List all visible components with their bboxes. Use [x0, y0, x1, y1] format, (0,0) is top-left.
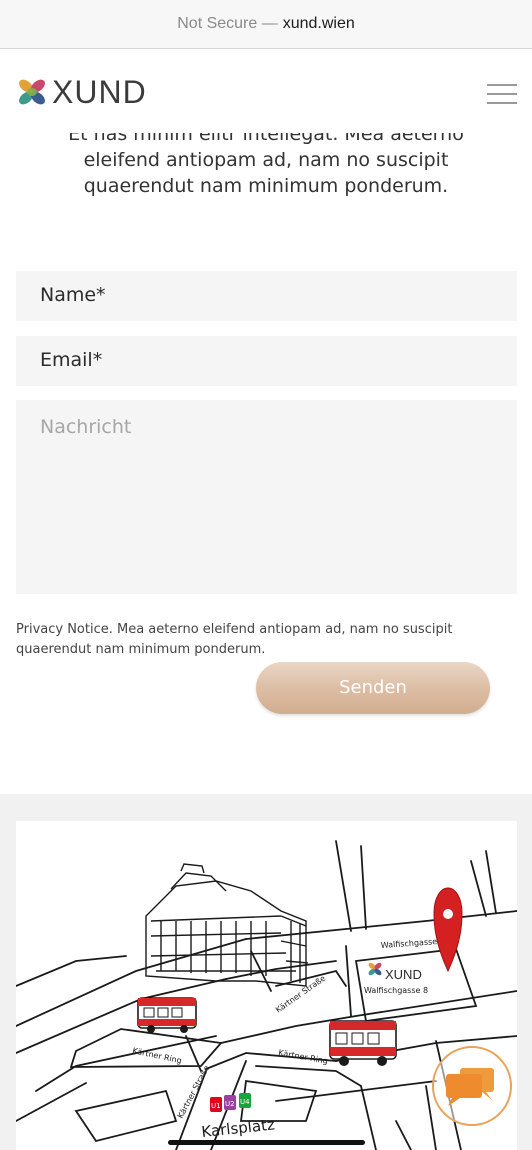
- location-pin-icon: [433, 887, 463, 973]
- ubahn-line-u2: U2: [225, 1100, 235, 1108]
- email-field[interactable]: Email*: [16, 336, 517, 386]
- map-brand-name: XUND: [385, 967, 422, 982]
- brand-name: XUND: [52, 74, 147, 110]
- flower-logo-icon: [19, 79, 45, 105]
- tram-icon-1: [137, 997, 197, 1033]
- map-label-kaertner-ring-2: Kärtner Ring: [278, 1048, 329, 1066]
- hamburger-menu-icon[interactable]: [487, 84, 517, 106]
- name-field[interactable]: Name*: [16, 271, 517, 321]
- name-label: Name*: [40, 284, 106, 306]
- tram-icon-2: [329, 1020, 397, 1066]
- chat-bubbles-icon: [446, 1068, 494, 1106]
- submit-button[interactable]: Senden: [256, 662, 490, 714]
- email-label: Email*: [40, 349, 103, 371]
- map-label-karlsplatz: Karlsplatz: [201, 1115, 276, 1141]
- map-label-kaertner-strasse-2: Kärtner Straße: [176, 1064, 212, 1120]
- site-header: XUND: [0, 49, 532, 133]
- ubahn-line-u4: U4: [240, 1098, 250, 1106]
- ubahn-line-u1: U1: [211, 1102, 221, 1110]
- intro-text: Et has minim elitr intellegat. Mea aeter…: [68, 133, 464, 197]
- message-placeholder: Nachricht: [40, 416, 132, 438]
- privacy-notice: Privacy Notice. Mea aeterno eleifend ant…: [16, 622, 453, 657]
- home-indicator[interactable]: [168, 1140, 365, 1145]
- map-label-walfischgasse: Walfischgasse: [381, 937, 438, 950]
- security-label: Not Secure —: [177, 15, 278, 32]
- map-brand-logo-icon: [368, 962, 382, 976]
- chat-button[interactable]: [432, 1046, 512, 1126]
- browser-url-bar[interactable]: Not Secure — xund.wien: [0, 0, 532, 49]
- intro-section: Et has minim elitr intellegat. Mea aeter…: [0, 133, 532, 211]
- domain-label: xund.wien: [282, 15, 355, 32]
- map-address: Walfischgasse 8: [364, 986, 428, 995]
- message-field[interactable]: Nachricht: [16, 400, 517, 594]
- brand-logo[interactable]: XUND: [16, 76, 147, 108]
